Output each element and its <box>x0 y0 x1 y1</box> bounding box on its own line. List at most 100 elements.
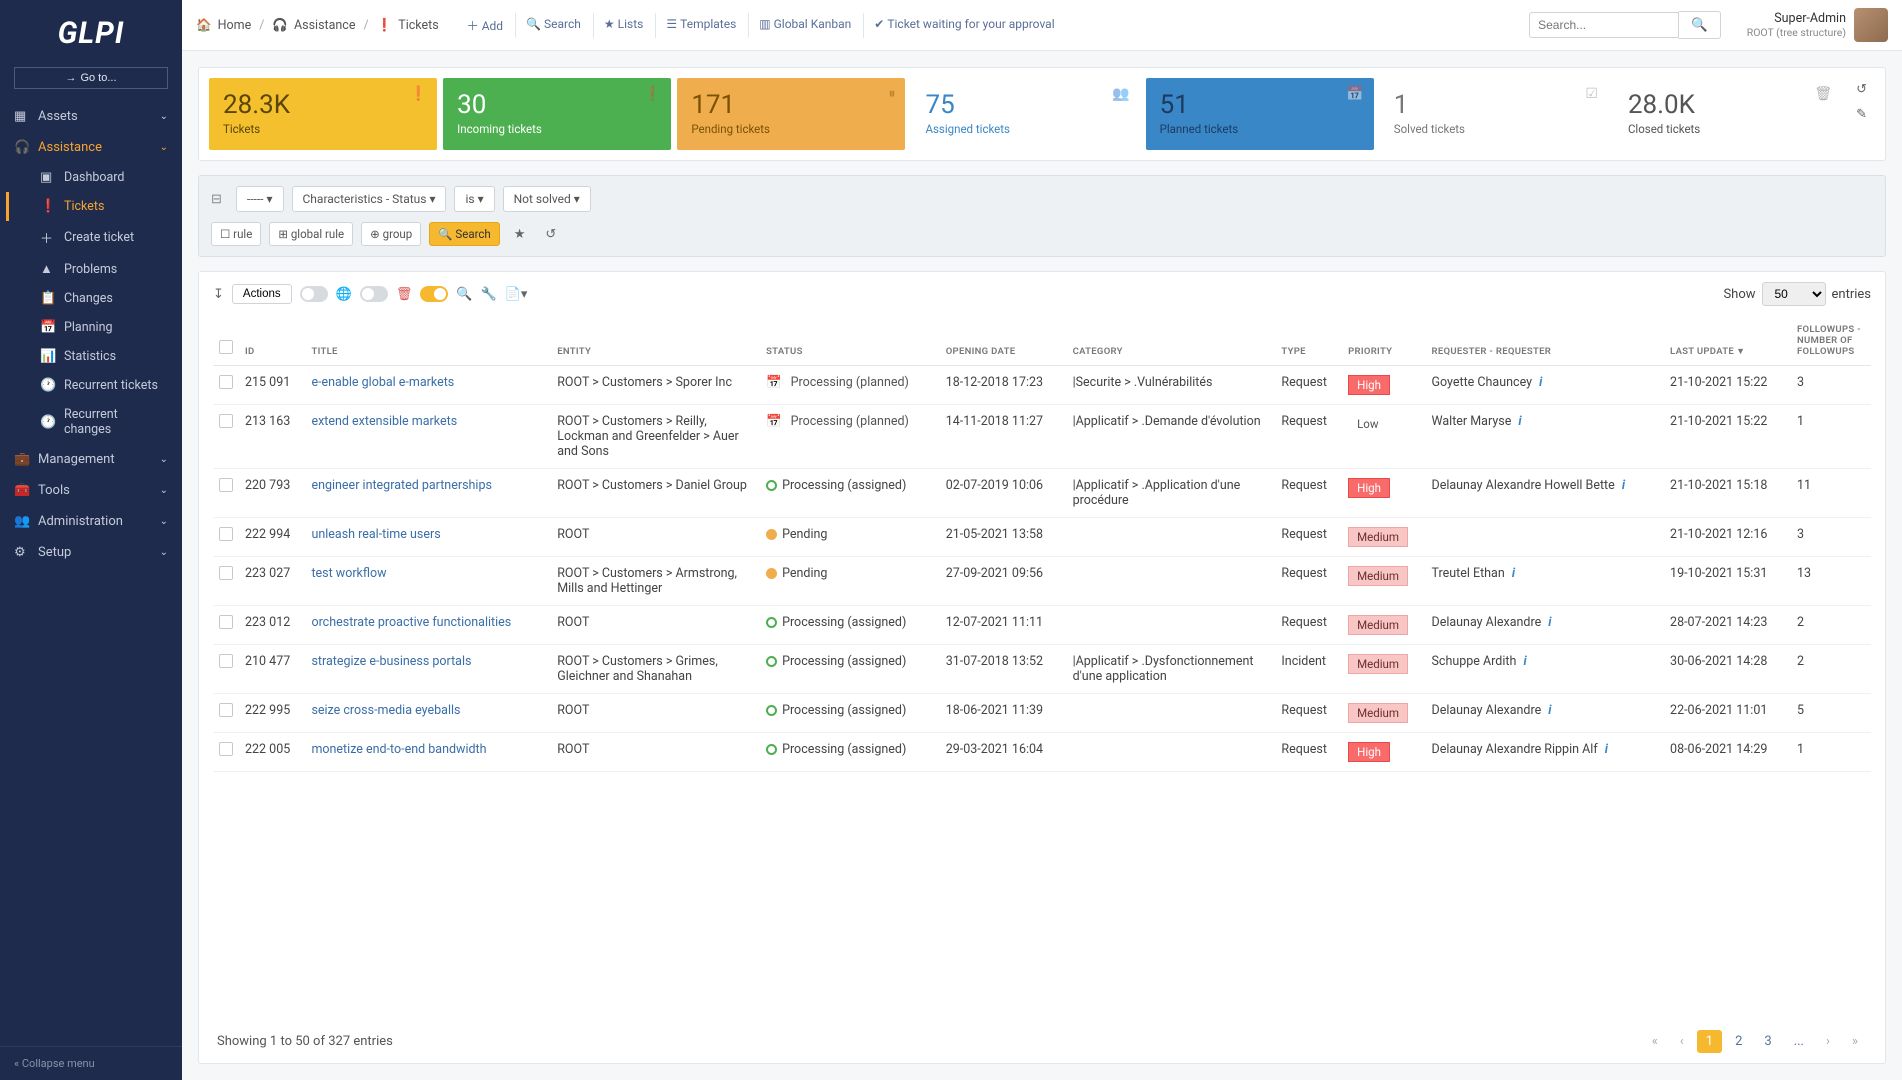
info-icon[interactable]: i <box>1548 615 1551 630</box>
info-icon[interactable]: i <box>1523 654 1526 669</box>
star-icon[interactable]: ★ <box>508 223 532 246</box>
col-title[interactable]: Title <box>305 314 551 366</box>
filter-search-button[interactable]: 🔍 Search <box>429 222 500 246</box>
col-id[interactable]: ID <box>239 314 305 366</box>
nav-recurrent-changes[interactable]: 🕐Recurrent changes <box>6 400 182 444</box>
info-icon[interactable]: i <box>1512 566 1515 581</box>
card-closed[interactable]: 🗑28.0KClosed tickets <box>1614 78 1842 150</box>
filter-field[interactable]: Characteristics - Status ▾ <box>292 186 447 212</box>
page-last[interactable]: » <box>1843 1030 1867 1053</box>
crumb-tickets[interactable]: Tickets <box>398 18 438 33</box>
filter-op[interactable]: is ▾ <box>454 186 494 212</box>
ticket-link[interactable]: seize cross-media eyeballs <box>311 703 460 718</box>
nav-planning[interactable]: 📅Planning <box>6 313 182 342</box>
filter-value[interactable]: Not solved ▾ <box>503 186 591 212</box>
crumb-home[interactable]: Home <box>218 18 252 33</box>
filter-global-rule[interactable]: ⊞ global rule <box>269 222 353 246</box>
waiting-link[interactable]: ✔Ticket waiting for your approval <box>863 13 1064 38</box>
nav-recurrent-tickets[interactable]: 🕐Recurrent tickets <box>6 371 182 400</box>
collapse-menu[interactable]: « Collapse menu <box>0 1046 182 1080</box>
row-checkbox[interactable] <box>219 742 233 756</box>
filter-rule[interactable]: ☐ rule <box>211 222 261 246</box>
search-button[interactable]: 🔍 <box>1679 11 1721 39</box>
select-all-checkbox[interactable] <box>219 340 233 354</box>
row-checkbox[interactable] <box>219 527 233 541</box>
col-followups[interactable]: Followups - Number of followups <box>1791 314 1871 366</box>
ticket-link[interactable]: e-enable global e-markets <box>311 375 454 390</box>
info-icon[interactable]: i <box>1622 478 1625 493</box>
search-icon[interactable]: 🔍 <box>456 287 472 302</box>
entries-select[interactable]: 50 <box>1762 282 1826 306</box>
col-category[interactable]: Category <box>1067 314 1276 366</box>
col-entity[interactable]: Entity <box>551 314 760 366</box>
row-checkbox[interactable] <box>219 478 233 492</box>
row-checkbox[interactable] <box>219 414 233 428</box>
card-assigned[interactable]: 👥75Assigned tickets <box>911 78 1139 150</box>
page-prev[interactable]: ‹ <box>1671 1030 1693 1053</box>
nav-setup[interactable]: ⚙Setup⌄ <box>0 537 182 568</box>
crumb-assistance[interactable]: Assistance <box>294 18 356 33</box>
nav-assistance[interactable]: 🎧Assistance⌄ <box>0 132 182 163</box>
nav-management[interactable]: 💼Management⌄ <box>0 444 182 475</box>
trash-icon[interactable]: 🗑 <box>396 287 413 302</box>
ticket-link[interactable]: monetize end-to-end bandwidth <box>311 742 486 757</box>
col-opening[interactable]: Opening date <box>940 314 1067 366</box>
card-incoming[interactable]: ❗30Incoming tickets <box>443 78 671 150</box>
card-solved[interactable]: ☑1Solved tickets <box>1380 78 1608 150</box>
collapse-filter-icon[interactable]: ⊟ <box>211 192 222 207</box>
toggle-map[interactable] <box>300 286 328 302</box>
search-input[interactable] <box>1529 12 1679 38</box>
nav-administration[interactable]: 👥Administration⌄ <box>0 506 182 537</box>
row-checkbox[interactable] <box>219 615 233 629</box>
wrench-icon[interactable]: 🔧 <box>481 287 497 302</box>
col-status[interactable]: Status <box>760 314 940 366</box>
nav-assets[interactable]: ▦Assets⌄ <box>0 101 182 132</box>
sort-down-icon[interactable]: ↧ <box>213 287 224 302</box>
ticket-link[interactable]: unleash real-time users <box>311 527 440 542</box>
export-icon[interactable]: 📄▾ <box>505 287 528 302</box>
user-menu[interactable]: Super-Admin ROOT (tree structure) <box>1747 8 1888 42</box>
info-icon[interactable]: i <box>1539 375 1542 390</box>
nav-changes[interactable]: 📋Changes <box>6 284 182 313</box>
info-icon[interactable]: i <box>1518 414 1521 429</box>
add-link[interactable]: ＋Add <box>457 13 513 38</box>
card-pending[interactable]: ⏸171Pending tickets <box>677 78 905 150</box>
templates-link[interactable]: ☰Templates <box>655 13 746 38</box>
edit-icon[interactable]: ✎ <box>1856 107 1867 122</box>
ticket-link[interactable]: strategize e-business portals <box>311 654 471 669</box>
row-checkbox[interactable] <box>219 375 233 389</box>
filter-group[interactable]: ⊕ group <box>361 222 421 246</box>
page-3[interactable]: 3 <box>1755 1030 1780 1053</box>
nav-problems[interactable]: ▲Problems <box>6 254 182 284</box>
nav-tickets[interactable]: ❗Tickets <box>6 192 182 221</box>
ticket-link[interactable]: engineer integrated partnerships <box>311 478 492 493</box>
ticket-link[interactable]: extend extensible markets <box>311 414 457 429</box>
row-checkbox[interactable] <box>219 703 233 717</box>
page-1[interactable]: 1 <box>1697 1030 1722 1053</box>
page-next[interactable]: › <box>1817 1030 1839 1053</box>
globe-icon[interactable]: 🌐 <box>336 287 352 302</box>
lists-link[interactable]: ★Lists <box>593 13 653 38</box>
col-last-update[interactable]: Last update▼ <box>1664 314 1791 366</box>
nav-statistics[interactable]: 📊Statistics <box>6 342 182 371</box>
nav-create-ticket[interactable]: ＋Create ticket <box>6 221 182 254</box>
search-link[interactable]: 🔍Search <box>515 13 591 38</box>
row-checkbox[interactable] <box>219 566 233 580</box>
filter-blank[interactable]: ----- ▾ <box>236 186 284 212</box>
page-2[interactable]: 2 <box>1726 1030 1751 1053</box>
nav-dashboard[interactable]: ▣Dashboard <box>6 163 182 192</box>
reset-icon[interactable]: ↺ <box>539 223 562 246</box>
info-icon[interactable]: i <box>1605 742 1608 757</box>
col-type[interactable]: Type <box>1275 314 1342 366</box>
row-checkbox[interactable] <box>219 654 233 668</box>
ticket-link[interactable]: test workflow <box>311 566 386 581</box>
card-planned[interactable]: 📅51Planned tickets <box>1146 78 1374 150</box>
kanban-link[interactable]: ▥Global Kanban <box>748 13 861 38</box>
page-first[interactable]: « <box>1643 1030 1667 1053</box>
toggle-trash[interactable] <box>360 286 388 302</box>
ticket-link[interactable]: orchestrate proactive functionalities <box>311 615 511 630</box>
col-requester[interactable]: Requester - Requester <box>1425 314 1664 366</box>
history-icon[interactable]: ↺ <box>1856 82 1867 97</box>
goto-button[interactable]: → Go to... <box>14 67 168 89</box>
nav-tools[interactable]: 🧰Tools⌄ <box>0 475 182 506</box>
